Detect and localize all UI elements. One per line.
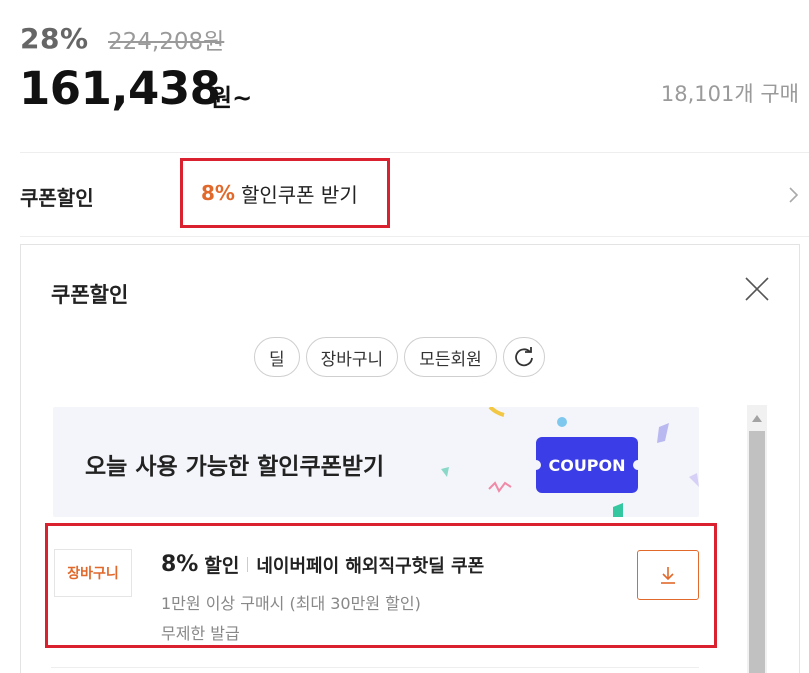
original-price: 224,208원 [108,29,225,55]
refresh-icon [514,347,533,367]
sale-price-unit: 원~ [210,84,253,112]
coupon-tag: 장바구니 [54,549,132,597]
coupon-panel: 쿠폰할인 딜 장바구니 모든회원 오늘 사용 가능한 할인쿠폰받기 COUPON [20,244,800,673]
coupon-row-label: 쿠폰할인 [20,186,94,210]
coupon-banner[interactable]: 오늘 사용 가능한 할인쿠폰받기 COUPON [53,407,699,517]
coupon-issue-limit: 무제한 발급 [161,624,240,643]
chevron-right-icon[interactable] [787,183,801,207]
coupon-name: 네이버페이 해외직구핫딜 쿠폰 [256,555,485,577]
scroll-thumb[interactable] [749,431,765,673]
filter-chip-all-members[interactable]: 모든회원 [404,337,497,377]
coupon-link-text: 할인쿠폰 받기 [240,182,358,207]
get-coupon-link[interactable]: 8% 할인쿠폰 받기 [180,158,390,228]
discount-rate: 28% [20,22,89,55]
divider [20,152,809,153]
scrollbar[interactable] [747,405,767,673]
coupon-link-percent: 8% [201,181,235,205]
filter-chips: 딜 장바구니 모든회원 [254,337,545,377]
coupon-title: 8% 할인 네이버페이 해외직구핫딜 쿠폰 [161,551,484,578]
refresh-button[interactable] [502,337,545,377]
scroll-up-arrow[interactable] [747,405,767,431]
close-icon[interactable] [743,275,771,303]
purchase-count: 18,101개 구매 [660,82,799,106]
triangle-up-icon [752,414,762,422]
filter-chip-cart[interactable]: 장바구니 [305,337,399,377]
filter-chip-deal[interactable]: 딜 [254,337,300,377]
download-coupon-button[interactable] [637,550,699,600]
divider [20,236,809,237]
divider [51,667,699,668]
coupon-condition: 1만원 이상 구매시 (최대 30만원 할인) [161,594,421,613]
sale-price: 161,438 [19,62,221,115]
panel-title: 쿠폰할인 [51,283,129,307]
banner-text: 오늘 사용 가능한 할인쿠폰받기 [85,454,385,480]
coupon-percent: 8% [161,552,199,577]
coupon-discount-label: 할인 [204,555,240,577]
coupon-item: 장바구니 8% 할인 네이버페이 해외직구핫딜 쿠폰 1만원 이상 구매시 (최… [45,523,717,648]
title-separator [247,557,249,572]
download-icon [661,567,675,584]
coupon-graphic: COUPON [531,437,643,493]
